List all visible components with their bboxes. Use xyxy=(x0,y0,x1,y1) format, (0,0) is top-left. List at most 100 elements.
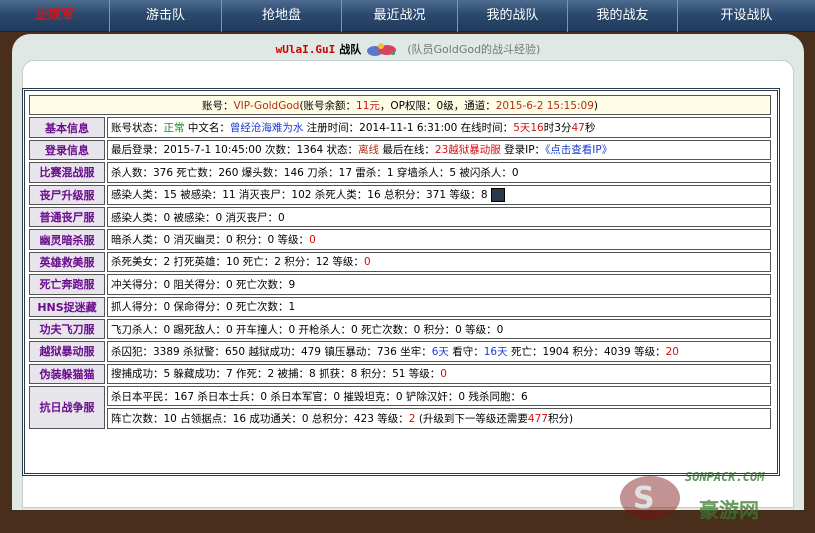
watermark-emblem-icon: S xyxy=(620,476,680,520)
stats-row: 功夫飞刀服 飞刀杀人：0 踢死敌人：0 开车撞人：0 开枪杀人：0 死亡次数：0 … xyxy=(29,318,771,340)
stats-row: 普通丧尸服 感染人类：0 被感染：0 消灭丧尸：0 xyxy=(29,206,771,228)
stat-text: 感染人类：0 被感染：0 消灭丧尸：0 xyxy=(111,211,285,224)
stat-text: 冲关得分：0 阻关得分：0 死亡次数：9 xyxy=(111,278,296,291)
team-note: (队员GoldGod的战斗经验) xyxy=(407,43,541,56)
stat-text: 0 xyxy=(440,368,447,381)
channel-time: 2015-6-2 15:15:09 xyxy=(495,99,594,112)
category-label: HNS捉迷藏 xyxy=(29,296,105,317)
stats-row: 英雄救美服 杀死美女：2 打死英雄：10 死亡：2 积分：12 等级：0 xyxy=(29,251,771,273)
stats-values: 最后登录：2015-7-1 10:45:00 次数：1364 状态：离线 最后在… xyxy=(107,139,771,161)
stat-text: 死亡：1904 积分：4039 等级： xyxy=(507,345,666,358)
op-value: 0级 xyxy=(436,99,454,112)
nav-tab-recent-battles[interactable]: 最近战况 xyxy=(342,0,458,32)
stats-row: 丧尸升级服 感染人类：15 被感染：11 消灭丧尸：102 杀死人类：16 总积分… xyxy=(29,184,771,205)
stat-text: 暗杀人类：0 消灭幽灵：0 积分：0 等级： xyxy=(111,234,310,247)
stat-text: 5天 xyxy=(513,122,531,135)
nav-tab-my-comrades[interactable]: 我的战友 xyxy=(568,0,678,32)
stat-text: 杀日本平民：167 杀日本士兵：0 杀日本军官：0 摧毁坦克：0 铲除汉奸：0 … xyxy=(111,390,528,403)
stat-text: 正常 xyxy=(163,122,185,135)
stats-row: 死亡奔跑服 冲关得分：0 阻关得分：0 死亡次数：9 xyxy=(29,274,771,295)
stats-values: 杀囚犯：3389 杀狱警：650 越狱成功：479 镇压暴动：736 坐牢：6天… xyxy=(107,341,771,362)
stat-text: 积分) xyxy=(547,413,574,426)
nav-tab-regular-army[interactable]: 正规军 xyxy=(0,0,110,32)
stat-text: 杀囚犯：3389 杀狱警：650 越狱成功：479 镇压暴动：736 坐牢： xyxy=(111,345,432,358)
stats-table: 账号：VIP-GoldGod(账号余额：11元，OP权限：0级，通道：2015-… xyxy=(27,93,773,431)
rank-avatar-icon xyxy=(490,188,505,203)
category-label: 英雄救美服 xyxy=(29,251,105,273)
stat-text: 0 xyxy=(309,234,316,247)
nav-tab-my-team[interactable]: 我的战队 xyxy=(458,0,568,32)
account-name: VIP-GoldGod xyxy=(233,99,300,112)
top-nav: 正规军 游击队 抢地盘 最近战况 我的战队 我的战友 开设战队 xyxy=(0,0,815,32)
stat-text: 飞刀杀人：0 踢死敌人：0 开车撞人：0 开枪杀人：0 死亡次数：0 积分：0 … xyxy=(111,323,504,336)
stat-text: 最后登录：2015-7-1 10:45:00 次数：1364 状态： xyxy=(111,144,359,157)
stat-text: 6天 xyxy=(431,345,449,358)
account-label: 账号： xyxy=(202,99,234,112)
stats-values: 杀日本平民：167 杀日本士兵：0 杀日本军官：0 摧毁坦克：0 铲除汉奸：0 … xyxy=(107,386,771,407)
svg-text:S: S xyxy=(633,481,655,516)
stat-text: 16 xyxy=(530,122,544,135)
stats-row: 阵亡次数：10 占领据点：16 成功通关：0 总积分：423 等级：2 (升级到… xyxy=(29,408,771,429)
stat-text: 最后在线： xyxy=(379,144,435,157)
balance-label: (账号余额： xyxy=(299,99,357,112)
stat-text: 杀人数：376 死亡数：260 爆头数：146 刀杀：17 雷杀：1 穿墙杀人：… xyxy=(111,166,519,179)
stat-text: 时3分 xyxy=(543,122,572,135)
stat-text: 感染人类：15 被感染：11 消灭丧尸：102 杀死人类：16 总积分：371 … xyxy=(111,189,488,202)
nav-tab-guerrilla[interactable]: 游击队 xyxy=(110,0,222,32)
balance-value: 11元 xyxy=(356,99,380,112)
op-label: ，OP权限： xyxy=(379,99,437,112)
watermark-logo: S SONPACK.COM 豪游网 xyxy=(615,466,810,528)
category-label: 抗日战争服 xyxy=(29,386,105,429)
category-label: 越狱暴动服 xyxy=(29,341,105,362)
category-label: 登录信息 xyxy=(29,139,105,161)
stats-values: 暗杀人类：0 消灭幽灵：0 积分：0 等级：0 xyxy=(107,229,771,250)
stats-values: 账号状态：正常 中文名：曾经沧海难为水 注册时间：2014-11-1 6:31:… xyxy=(107,117,771,138)
stat-text: 注册时间：2014-11-1 6:31:00 在线时间： xyxy=(303,122,514,135)
stat-text: 23越狱暴动服 xyxy=(434,144,501,157)
nav-tab-territory[interactable]: 抢地盘 xyxy=(222,0,342,32)
stat-text: 477 xyxy=(527,413,548,426)
stat-text: 0 xyxy=(363,256,371,269)
category-label: 幽灵暗杀服 xyxy=(29,229,105,250)
category-label: 死亡奔跑服 xyxy=(29,274,105,295)
stats-row: 抗日战争服 杀日本平民：167 杀日本士兵：0 杀日本军官：0 摧毁坦克：0 铲除… xyxy=(29,386,771,429)
channel-label: ，通道： xyxy=(453,99,496,112)
stats-row: 比赛混战服 杀人数：376 死亡数：260 爆头数：146 刀杀：17 雷杀：1 … xyxy=(29,162,771,183)
stats-values: 冲关得分：0 阻关得分：0 死亡次数：9 xyxy=(107,274,771,295)
stat-text: (升级到下一等级还需要 xyxy=(415,413,528,426)
stats-frame: 账号：VIP-GoldGod(账号余额：11元，OP权限：0级，通道：2015-… xyxy=(22,88,780,476)
stats-row: 基本信息 账号状态：正常 中文名：曾经沧海难为水 注册时间：2014-11-1 6… xyxy=(29,117,771,138)
category-label: 普通丧尸服 xyxy=(29,206,105,228)
stat-text: 47 xyxy=(571,122,585,135)
stat-text: 16天 xyxy=(483,345,508,358)
category-label: 伪装躲猫猫 xyxy=(29,363,105,385)
stats-row: 登录信息 最后登录：2015-7-1 10:45:00 次数：1364 状态：离线… xyxy=(29,139,771,161)
stat-text: 抓人得分：0 保命得分：0 死亡次数：1 xyxy=(111,301,296,314)
stats-values: 阵亡次数：10 占领据点：16 成功通关：0 总积分：423 等级：2 (升级到… xyxy=(107,408,771,429)
stats-values: 飞刀杀人：0 踢死敌人：0 开车撞人：0 开枪杀人：0 死亡次数：0 积分：0 … xyxy=(107,318,771,340)
category-label: 比赛混战服 xyxy=(29,162,105,183)
stat-text: 《点击查看IP》 xyxy=(545,144,613,157)
nav-tab-create-team[interactable]: 开设战队 xyxy=(678,0,815,32)
stats-row: 幽灵暗杀服 暗杀人类：0 消灭幽灵：0 积分：0 等级：0 xyxy=(29,229,771,250)
category-label: 功夫飞刀服 xyxy=(29,318,105,340)
stats-values: 抓人得分：0 保命得分：0 死亡次数：1 xyxy=(107,296,771,317)
stat-text: 账号状态： xyxy=(111,122,164,135)
stats-values: 感染人类：15 被感染：11 消灭丧尸：102 杀死人类：16 总积分：371 … xyxy=(107,184,771,205)
stats-values: 杀人数：376 死亡数：260 爆头数：146 刀杀：17 雷杀：1 穿墙杀人：… xyxy=(107,162,771,183)
team-name: wUlaI.GuI xyxy=(275,42,336,56)
stat-text: 秒 xyxy=(584,122,596,135)
stat-text: 搜捕成功：5 躲藏成功：7 作死：2 被捕：8 抓获：8 积分：51 等级： xyxy=(111,368,441,381)
stat-text: 中文名： xyxy=(184,122,230,135)
stats-row: 越狱暴动服 杀囚犯：3389 杀狱警：650 越狱成功：479 镇压暴动：736 … xyxy=(29,341,771,362)
stats-row: 伪装躲猫猫 搜捕成功：5 躲藏成功：7 作死：2 被捕：8 抓获：8 积分：51 … xyxy=(29,363,771,385)
account-row: 账号：VIP-GoldGod(账号余额：11元，OP权限：0级，通道：2015-… xyxy=(29,95,771,116)
stat-text: 看守： xyxy=(448,345,484,358)
stats-values: 杀死美女：2 打死英雄：10 死亡：2 积分：12 等级：0 xyxy=(107,251,771,273)
stat-text: 登录IP： xyxy=(500,144,546,157)
team-header: wUlaI.GuI 战队 (队员GoldGod的战斗经验) xyxy=(12,40,804,58)
team-logo-icon xyxy=(367,43,397,56)
stats-values: 感染人类：0 被感染：0 消灭丧尸：0 xyxy=(107,206,771,228)
watermark-brand: 豪游网 xyxy=(699,498,759,522)
stat-text: 曾经沧海难为水 xyxy=(229,122,304,135)
